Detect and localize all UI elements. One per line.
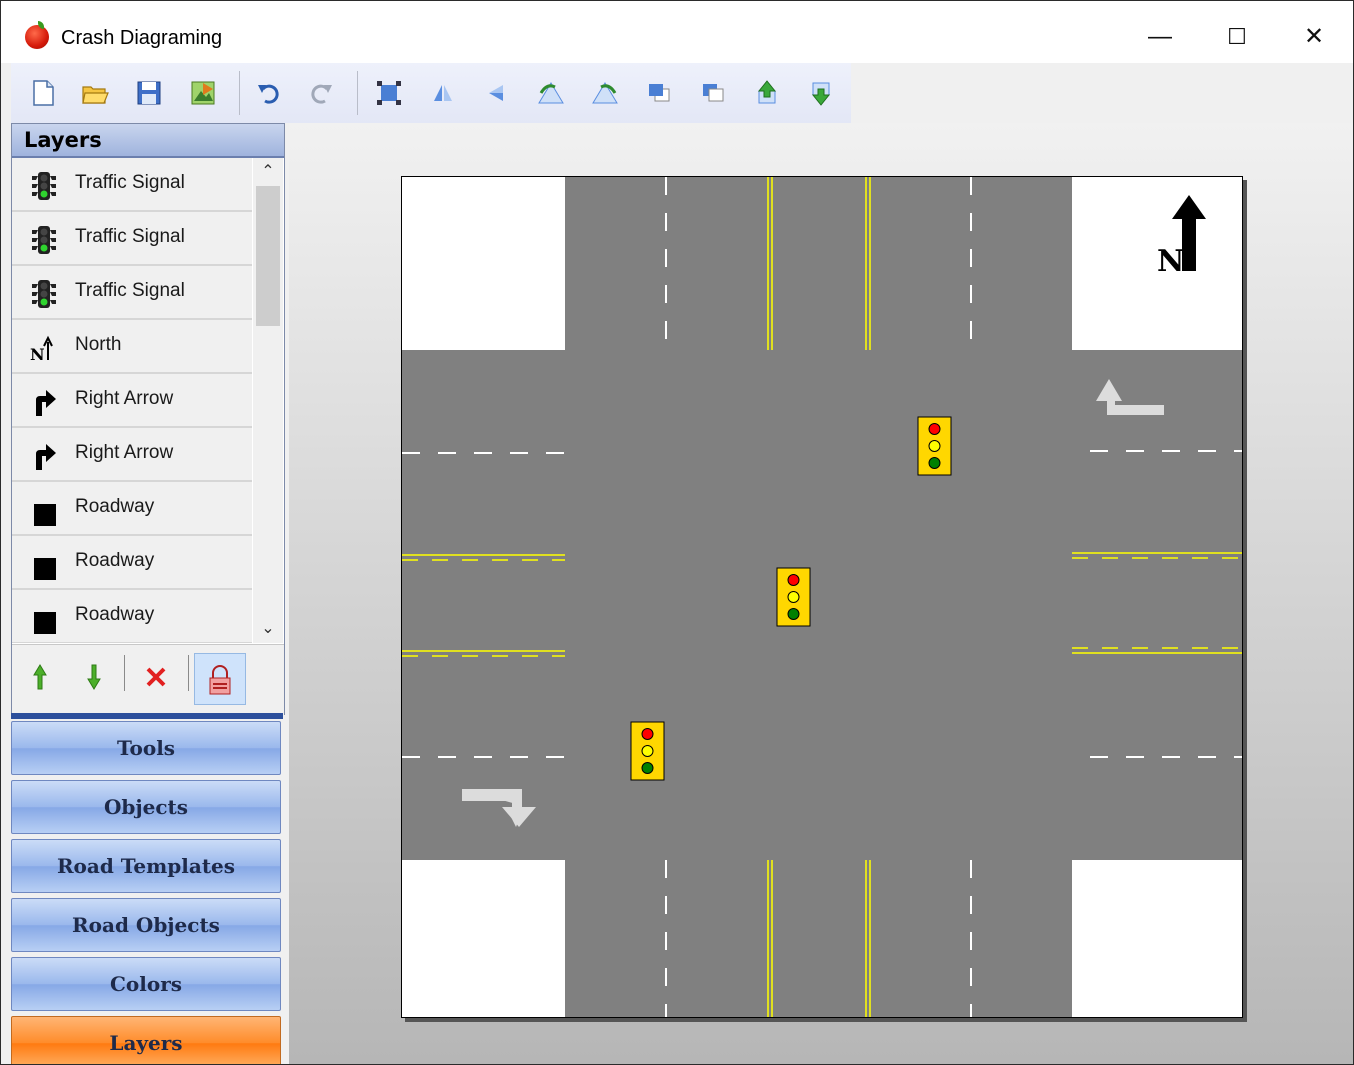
lock-icon [209,665,231,695]
scroll-thumb[interactable] [256,186,280,326]
flip-horizontal-icon[interactable] [429,79,457,107]
north-arrow[interactable]: N [1157,195,1206,279]
scroll-up-icon[interactable]: ⌃ [253,158,283,186]
select-all-icon[interactable] [375,79,403,107]
traffic-signal[interactable] [776,567,811,627]
intersection-diagram: N [402,177,1242,1017]
nav-layers-button[interactable]: Layers [11,1016,281,1064]
layer-item-label: Traffic Signal [75,280,185,301]
minimize-button[interactable]: — [1137,15,1183,59]
rotate-right-icon[interactable] [591,79,619,107]
north-label: N [1157,244,1184,279]
rotate-left-icon[interactable] [537,79,565,107]
arrow-up-icon [33,664,47,690]
save-icon[interactable] [135,79,163,107]
bring-to-front-icon[interactable] [645,79,673,107]
list-item[interactable]: Traffic Signal [12,212,252,266]
layer-item-label: Traffic Signal [75,226,185,247]
roadway-icon [28,548,60,580]
toolbar-separator [124,655,125,691]
toolbar-separator [188,655,189,691]
delete-layer-button[interactable] [138,659,174,699]
list-item[interactable]: N North [12,320,252,374]
panel-divider [11,713,283,719]
scroll-down-icon[interactable]: ⌄ [253,615,283,643]
layer-list[interactable]: Traffic Signal Traffic Signal Traffic Si… [12,158,252,643]
layers-panel: Layers Traffic Signal Traffic Signal Tra… [11,123,285,715]
roadway-icon [28,494,60,526]
layer-item-label: Roadway [75,604,155,625]
list-item[interactable]: Roadway [12,590,252,643]
nav-objects-button[interactable]: Objects [11,780,281,834]
right-arrow-icon [28,440,60,472]
app-window: Crash Diagraming — ☐ ✕ Layers Traffic Si… [0,0,1354,1065]
list-item[interactable]: Roadway [12,536,252,590]
list-item[interactable]: Right Arrow [12,374,252,428]
toolbar-separator [357,71,358,115]
traffic-signal[interactable] [917,416,952,476]
right-arrow-icon [28,386,60,418]
nav-colors-button[interactable]: Colors [11,957,281,1011]
diagram-canvas[interactable]: N [401,176,1243,1018]
layer-up-button[interactable] [22,659,58,699]
lock-layer-button[interactable] [194,653,246,705]
layer-item-label: Roadway [75,496,155,517]
toolbar-separator [239,71,240,115]
list-item[interactable]: Right Arrow [12,428,252,482]
export-image-icon[interactable] [189,79,217,107]
title-bar: Crash Diagraming — ☐ ✕ [1,1,1353,63]
traffic-signal-icon [28,170,60,202]
list-item[interactable]: Traffic Signal [12,158,252,212]
delete-icon [146,667,166,687]
layer-item-label: Roadway [75,550,155,571]
app-logo-icon [25,21,49,49]
layer-item-label: North [75,334,122,355]
redo-icon[interactable] [307,79,335,107]
nav-road-objects-button[interactable]: Road Objects [11,898,281,952]
maximize-button[interactable]: ☐ [1214,15,1260,59]
svg-text:N: N [30,345,45,364]
layer-down-button[interactable] [76,659,112,699]
layer-list-scrollbar[interactable]: ⌃ ⌄ [253,158,283,643]
undo-icon[interactable] [255,79,283,107]
close-button[interactable]: ✕ [1291,15,1337,59]
layer-item-label: Right Arrow [75,388,174,409]
list-item[interactable]: Roadway [12,482,252,536]
flip-vertical-icon[interactable] [483,79,511,107]
traffic-signal-icon [28,224,60,256]
traffic-signal[interactable] [630,721,665,781]
nav-road-templates-button[interactable]: Road Templates [11,839,281,893]
arrow-down-icon [87,664,101,690]
list-item[interactable]: Traffic Signal [12,266,252,320]
window-title: Crash Diagraming [61,27,223,49]
traffic-signal-icon [28,278,60,310]
open-folder-icon[interactable] [81,79,109,107]
nav-tools-button[interactable]: Tools [11,721,281,775]
layers-panel-title: Layers [12,124,284,158]
north-arrow-icon: N [28,332,60,364]
layer-tools [12,644,284,715]
roadway[interactable] [402,350,1242,860]
move-up-icon[interactable] [753,79,781,107]
roadway-icon [28,602,60,634]
new-file-icon[interactable] [29,79,57,107]
move-down-icon[interactable] [807,79,835,107]
layer-item-label: Traffic Signal [75,172,185,193]
main-toolbar [11,63,851,123]
layer-item-label: Right Arrow [75,442,174,463]
send-to-back-icon[interactable] [699,79,727,107]
